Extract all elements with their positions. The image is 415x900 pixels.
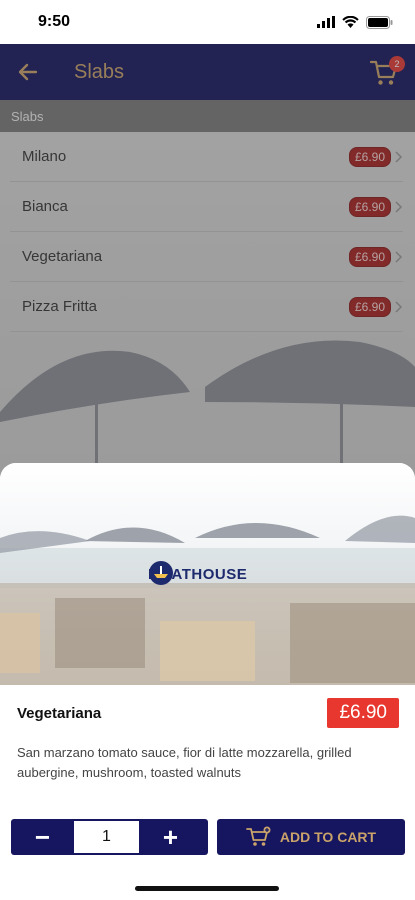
menu-item[interactable]: Bianca £6.90 — [10, 182, 403, 232]
arrow-left-icon — [18, 63, 38, 81]
category-header: Slabs — [0, 100, 415, 132]
boathouse-logo-icon — [149, 561, 173, 585]
chevron-right-icon — [395, 250, 403, 263]
cart-count-badge: 2 — [389, 56, 405, 72]
item-description: San marzano tomato sauce, fior di latte … — [17, 745, 352, 780]
add-to-cart-label: ADD TO CART — [279, 829, 377, 845]
price-badge: £6.90 — [348, 296, 391, 317]
cart-plus-icon — [246, 826, 271, 846]
price-badge: £6.90 — [348, 246, 391, 267]
back-button[interactable] — [0, 44, 56, 100]
detail-header: Vegetariana £6.90 — [17, 697, 399, 729]
chevron-right-icon — [395, 150, 403, 163]
menu-item[interactable]: Milano £6.90 — [10, 132, 403, 182]
boathouse-logo: BOATHOUSE — [148, 560, 247, 588]
chevron-right-icon — [395, 300, 403, 313]
menu-item[interactable]: Vegetariana £6.90 — [10, 232, 403, 282]
page-title: Slabs — [74, 60, 125, 83]
increase-quantity-button[interactable]: + — [139, 819, 202, 855]
item-price: £6.90 — [327, 698, 399, 728]
item-detail-sheet: BOATHOUSE Vegetariana £6.90 San marzano … — [0, 463, 415, 900]
status-bar: 9:50 — [0, 0, 415, 44]
umbrella-background-image — [0, 340, 415, 472]
quantity-value[interactable]: 1 — [74, 821, 139, 853]
chevron-right-icon — [395, 200, 403, 213]
signal-icon — [317, 16, 335, 28]
menu-item[interactable]: Pizza Fritta £6.90 — [10, 282, 403, 332]
add-to-cart-button[interactable]: ADD TO CART — [217, 819, 405, 855]
decrease-quantity-button[interactable]: − — [11, 819, 74, 855]
status-time: 9:50 — [38, 13, 71, 30]
wifi-icon — [342, 16, 359, 28]
nav-bar: Slabs 2 — [0, 44, 415, 100]
menu-item-name: Pizza Fritta — [22, 298, 98, 315]
menu-item-name: Bianca — [22, 198, 68, 215]
quantity-stepper: − 1 + — [11, 819, 208, 855]
price-badge: £6.90 — [348, 146, 391, 167]
price-badge: £6.90 — [348, 196, 391, 217]
home-indicator — [135, 886, 279, 891]
menu-item-name: Milano — [22, 148, 67, 165]
menu-item-name: Vegetariana — [22, 248, 103, 265]
battery-icon — [366, 15, 393, 29]
status-icons — [317, 15, 393, 29]
item-title: Vegetariana — [17, 704, 102, 722]
hero-image: BOATHOUSE — [0, 463, 415, 685]
cart-button[interactable]: 2 — [369, 54, 405, 90]
